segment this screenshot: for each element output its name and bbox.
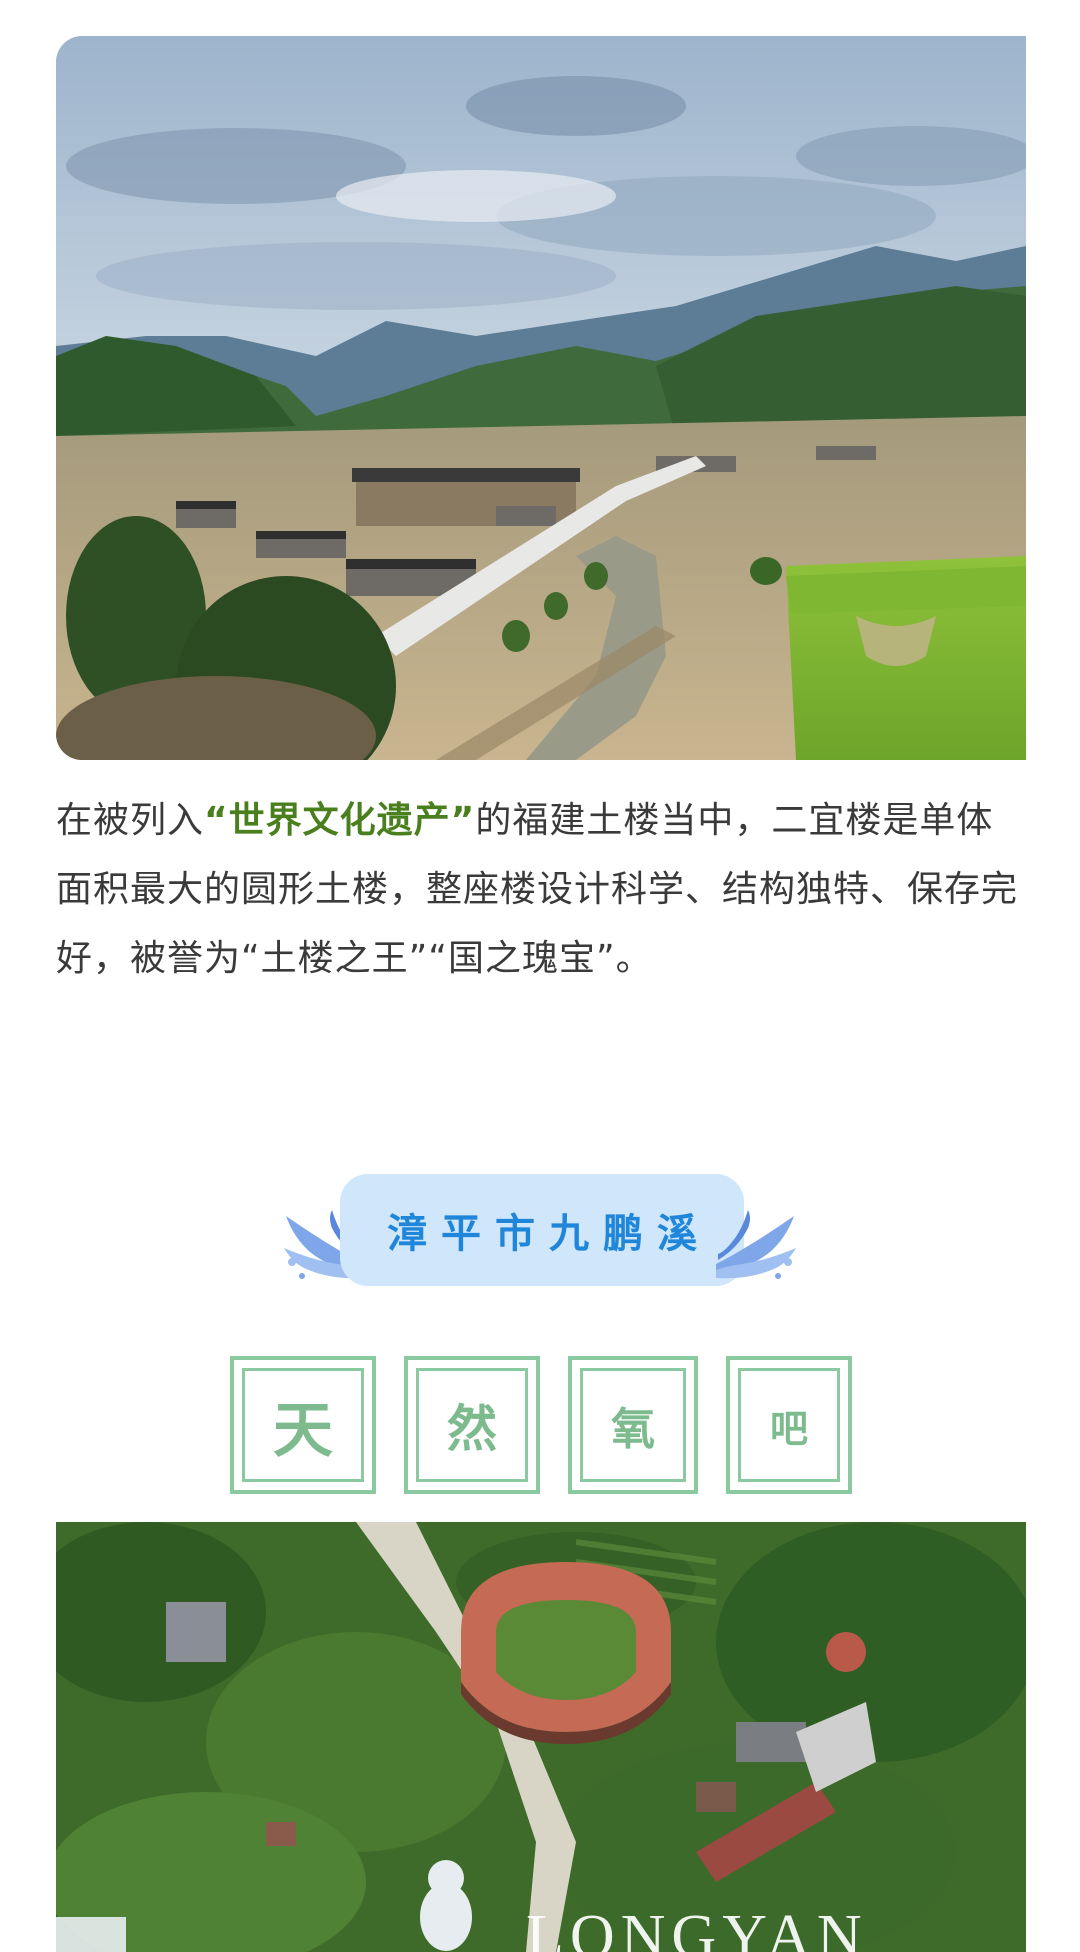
section-banner: 漳平市九鹏溪 [282,1168,798,1292]
section-title: 漳平市九鹏溪 [387,1211,711,1257]
intro-highlight: “世界文化遗产” [204,800,476,841]
intro-text-prefix: 在被列入 [56,800,205,841]
article-page: 在被列入“世界文化遗产”的福建土楼当中，二宜楼是单体面积最大的圆形土楼，整座楼设… [0,0,1080,1952]
subtitle-char: 吧 [738,1368,840,1482]
subtitle-char: 然 [416,1368,528,1482]
subtitle-char-box: 然 [404,1356,540,1494]
subtitle-char-box: 吧 [726,1356,852,1494]
landscape-photo [56,36,1026,760]
subtitle-char: 氧 [580,1368,686,1482]
subtitle-char-box: 天 [230,1356,376,1494]
subtitle-char-box: 氧 [568,1356,698,1494]
aerial-photo: LONGYAN [56,1522,1026,1952]
water-splash-icon [716,1210,796,1279]
intro-paragraph: 在被列入“世界文化遗产”的福建土楼当中，二宜楼是单体面积最大的圆形土楼，整座楼设… [56,786,1026,993]
subtitle-char: 天 [242,1368,364,1482]
watermark-text: LONGYAN [526,1903,868,1952]
